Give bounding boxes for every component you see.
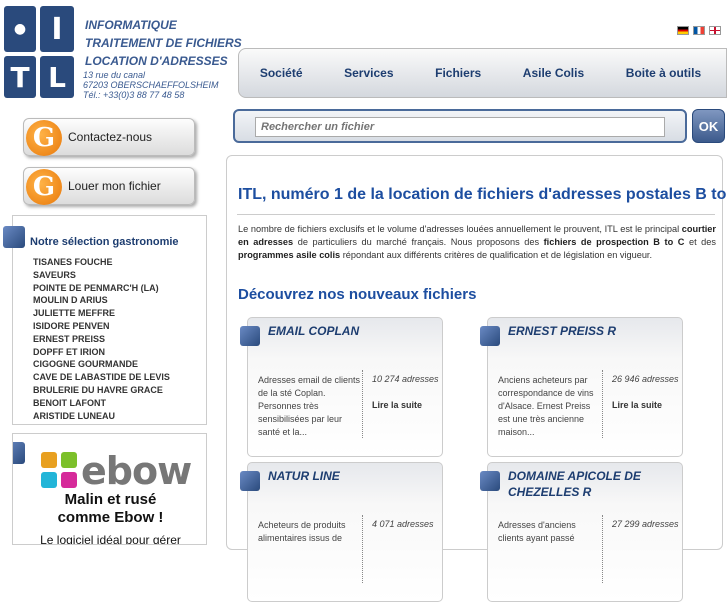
divider xyxy=(362,515,363,583)
file-card-title[interactable]: DOMAINE APICOLE DE CHEZELLES R xyxy=(508,468,678,500)
ebow-slogan: Malin et rusé comme Ebow ! xyxy=(13,491,206,527)
logo-letter-i: I xyxy=(40,6,74,52)
section-title: Découvrez nos nouveaux fichiers xyxy=(238,286,477,303)
search-input[interactable] xyxy=(255,117,665,137)
nav-asile-colis[interactable]: Asile Colis xyxy=(523,66,584,80)
file-card-description: Adresses email de clients de la sté Copl… xyxy=(258,375,361,437)
tagline: INFORMATIQUE TRAITEMENT DE FICHIERS LOCA… xyxy=(85,16,242,70)
search-bar xyxy=(233,109,687,143)
file-card-description: Acheteurs de produits alimentaires issus… xyxy=(258,520,346,543)
g-logo-icon: G xyxy=(26,169,62,205)
file-card[interactable]: EMAIL COPLAN Adresses email de clients d… xyxy=(240,317,443,457)
nav-boite-a-outils[interactable]: Boite à outils xyxy=(626,66,701,80)
read-more-link[interactable]: Lire la suite xyxy=(372,400,422,410)
divider xyxy=(602,370,603,438)
file-card-description: Anciens acheteurs par correspondance de … xyxy=(498,375,594,437)
nav-fichiers[interactable]: Fichiers xyxy=(435,66,481,80)
file-card-count: 4 071 adresses xyxy=(372,519,434,529)
gastronomy-item[interactable]: CAVE DE LABASTIDE DE LEVIS xyxy=(33,371,170,384)
file-card-count: 27 299 adresses xyxy=(612,519,679,529)
ebow-color-squares-icon xyxy=(41,452,77,488)
bullet-square-icon xyxy=(480,326,500,346)
main-nav: Société Services Fichiers Asile Colis Bo… xyxy=(238,48,727,98)
file-card-count: 10 274 adresses xyxy=(372,374,439,384)
file-card[interactable]: ERNEST PREISS R Anciens acheteurs par co… xyxy=(480,317,683,457)
divider xyxy=(362,370,363,438)
logo-letter-l: L xyxy=(40,56,74,98)
file-card[interactable]: NATUR LINE Acheteurs de produits aliment… xyxy=(240,462,443,602)
file-card-title[interactable]: ERNEST PREISS R xyxy=(508,323,678,339)
ebow-subtitle: Le logiciel idéal pour gérer xyxy=(40,533,181,545)
gastronomy-item[interactable]: BRULERIE DU HAVRE GRACE xyxy=(33,384,170,397)
contact-button[interactable]: G Contactez-nous xyxy=(23,118,195,156)
intro-text: Le nombre de fichiers exclusifs et le vo… xyxy=(238,224,682,234)
gastronomy-item[interactable]: JULIETTE MEFFRE xyxy=(33,307,170,320)
flag-de-icon[interactable] xyxy=(677,26,689,35)
ebow-wordmark: ebow xyxy=(81,449,192,493)
intro-bold: programmes asile colis xyxy=(238,250,341,260)
rent-file-button-label: Louer mon fichier xyxy=(68,179,161,193)
intro-paragraph: Le nombre de fichiers exclusifs et le vo… xyxy=(238,223,716,262)
logo-letter-t: T xyxy=(4,56,36,98)
tagline-line: TRAITEMENT DE FICHIERS xyxy=(85,36,242,50)
logo-dot-box: ● xyxy=(4,6,36,52)
nav-services[interactable]: Services xyxy=(344,66,393,80)
intro-bold: fichiers de prospection B to C xyxy=(543,237,685,247)
ebow-slogan-line: comme Ebow ! xyxy=(57,509,164,526)
page-title: ITL, numéro 1 de la location de fichiers… xyxy=(238,186,727,203)
bullet-square-icon xyxy=(3,226,25,248)
ebow-slogan-line: Malin et rusé xyxy=(64,491,157,508)
file-card-count: 26 946 adresses xyxy=(612,374,679,384)
company-address: 13 rue du canal 67203 OBERSCHAEFFOLSHEIM… xyxy=(83,70,219,100)
read-more-link[interactable]: Lire la suite xyxy=(612,400,662,410)
gastronomy-item[interactable]: ERNEST PREISS xyxy=(33,333,170,346)
itl-logo[interactable]: ● I T L xyxy=(4,6,78,100)
file-card-title[interactable]: NATUR LINE xyxy=(268,468,438,484)
gastronomy-item[interactable]: POINTE DE PENMARC'H (LA) xyxy=(33,282,170,295)
gastronomy-title: Notre sélection gastronomie xyxy=(30,236,179,248)
gastronomy-item[interactable]: BENOIT LAFONT xyxy=(33,397,170,410)
file-card-title[interactable]: EMAIL COPLAN xyxy=(268,323,438,339)
contact-button-label: Contactez-nous xyxy=(68,130,153,144)
address-line: 13 rue du canal xyxy=(83,70,146,80)
tagline-line: INFORMATIQUE xyxy=(85,18,177,32)
gastronomy-item[interactable]: CIGOGNE GOURMANDE xyxy=(33,358,170,371)
intro-text: et des xyxy=(684,237,716,247)
bullet-square-icon xyxy=(240,326,260,346)
flag-en-icon[interactable] xyxy=(709,26,721,35)
gastronomy-list: TISANES FOUCHE SAVEURS POINTE DE PENMARC… xyxy=(33,256,170,422)
intro-text: répondant aux différents critères de qua… xyxy=(340,250,653,260)
divider xyxy=(237,214,715,215)
gastronomy-item[interactable]: MOULIN D ARIUS xyxy=(33,294,170,307)
rent-file-button[interactable]: G Louer mon fichier xyxy=(23,167,195,205)
main-content: ITL, numéro 1 de la location de fichiers… xyxy=(226,155,727,602)
gastronomy-item[interactable]: TISANES FOUCHE xyxy=(33,256,170,269)
file-card-description: Adresses d'anciens clients ayant passé xyxy=(498,520,576,543)
gastronomy-item[interactable]: ARISTIDE LUNEAU xyxy=(33,410,170,423)
divider xyxy=(602,515,603,583)
bullet-square-icon xyxy=(480,471,500,491)
flag-fr-icon[interactable] xyxy=(693,26,705,35)
gastronomy-item[interactable]: SAVEURS xyxy=(33,269,170,282)
tagline-line: LOCATION D'ADRESSES xyxy=(85,54,228,68)
address-phone: Tél.: +33(0)3 88 77 48 58 xyxy=(83,90,185,100)
bullet-square-icon xyxy=(240,471,260,491)
language-selector xyxy=(677,26,721,35)
gastronomy-item[interactable]: DOPFF ET IRION xyxy=(33,346,170,359)
g-logo-icon: G xyxy=(26,120,62,156)
search-ok-button[interactable]: OK xyxy=(692,109,725,143)
file-card[interactable]: DOMAINE APICOLE DE CHEZELLES R Adresses … xyxy=(480,462,683,602)
gastronomy-item[interactable]: ISIDORE PENVEN xyxy=(33,320,170,333)
address-line: 67203 OBERSCHAEFFOLSHEIM xyxy=(83,80,219,90)
ebow-ad[interactable]: ebow Malin et rusé comme Ebow ! Le logic… xyxy=(12,433,207,545)
nav-societe[interactable]: Société xyxy=(260,66,303,80)
bullet-square-icon xyxy=(13,442,25,464)
intro-text: de particuliers du marché français. Nous… xyxy=(293,237,544,247)
gastronomy-panel: Notre sélection gastronomie TISANES FOUC… xyxy=(3,215,207,425)
